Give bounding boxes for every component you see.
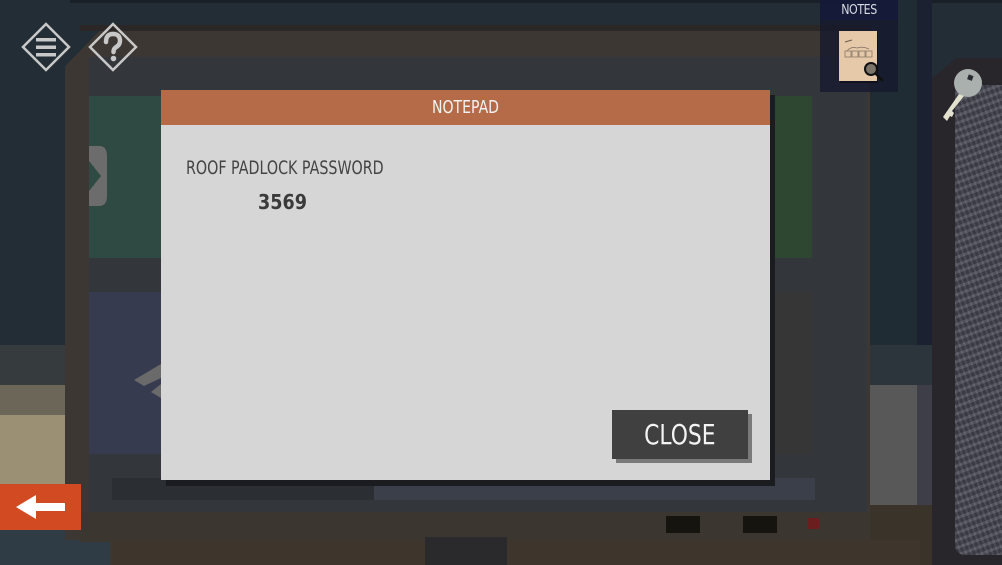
monitor-slot [666, 516, 700, 533]
scene-wall-strip [0, 415, 70, 485]
close-button[interactable]: CLOSE [612, 410, 748, 459]
scene-door-glass [955, 85, 1002, 555]
notes-magnifier-icon [844, 39, 884, 82]
scene-wall-strip [0, 345, 70, 385]
help-icon [88, 22, 138, 72]
help-button[interactable] [88, 22, 138, 72]
scene-floor [110, 540, 920, 565]
monitor-slot [743, 516, 777, 533]
menu-icon [21, 22, 71, 72]
menu-button[interactable] [21, 22, 71, 72]
notepad-dialog: NOTEPAD ROOF PADLOCK PASSWORD 3569 CLOSE [161, 90, 770, 480]
key-icon [943, 69, 982, 121]
note-value: 3569 [258, 190, 307, 214]
scene-wall-panel [867, 385, 917, 505]
monitor-frame-edge [80, 25, 870, 31]
arrow-left-icon [16, 495, 65, 519]
screen-panel-blue [89, 292, 169, 454]
back-button[interactable] [0, 484, 81, 530]
notes-button[interactable]: NOTES [820, 0, 898, 92]
scene-wall-strip [0, 385, 70, 415]
close-button-label: CLOSE [644, 418, 716, 451]
notes-label: NOTES [841, 3, 877, 18]
notes-thumbnail [839, 31, 884, 82]
monitor-led [808, 518, 819, 529]
scene-wall-strip [867, 345, 932, 385]
scene-wall-panel [917, 385, 932, 505]
screen-glyph-icon [89, 146, 107, 206]
inventory-key-item[interactable] [935, 65, 985, 125]
screen-panel-green [771, 96, 812, 258]
screen-panel-dark [771, 292, 812, 454]
notepad-dialog-title: NOTEPAD [431, 97, 499, 118]
note-label: ROOF PADLOCK PASSWORD [186, 157, 384, 179]
scene-object [425, 537, 507, 565]
screen-plane-icon [134, 364, 161, 398]
